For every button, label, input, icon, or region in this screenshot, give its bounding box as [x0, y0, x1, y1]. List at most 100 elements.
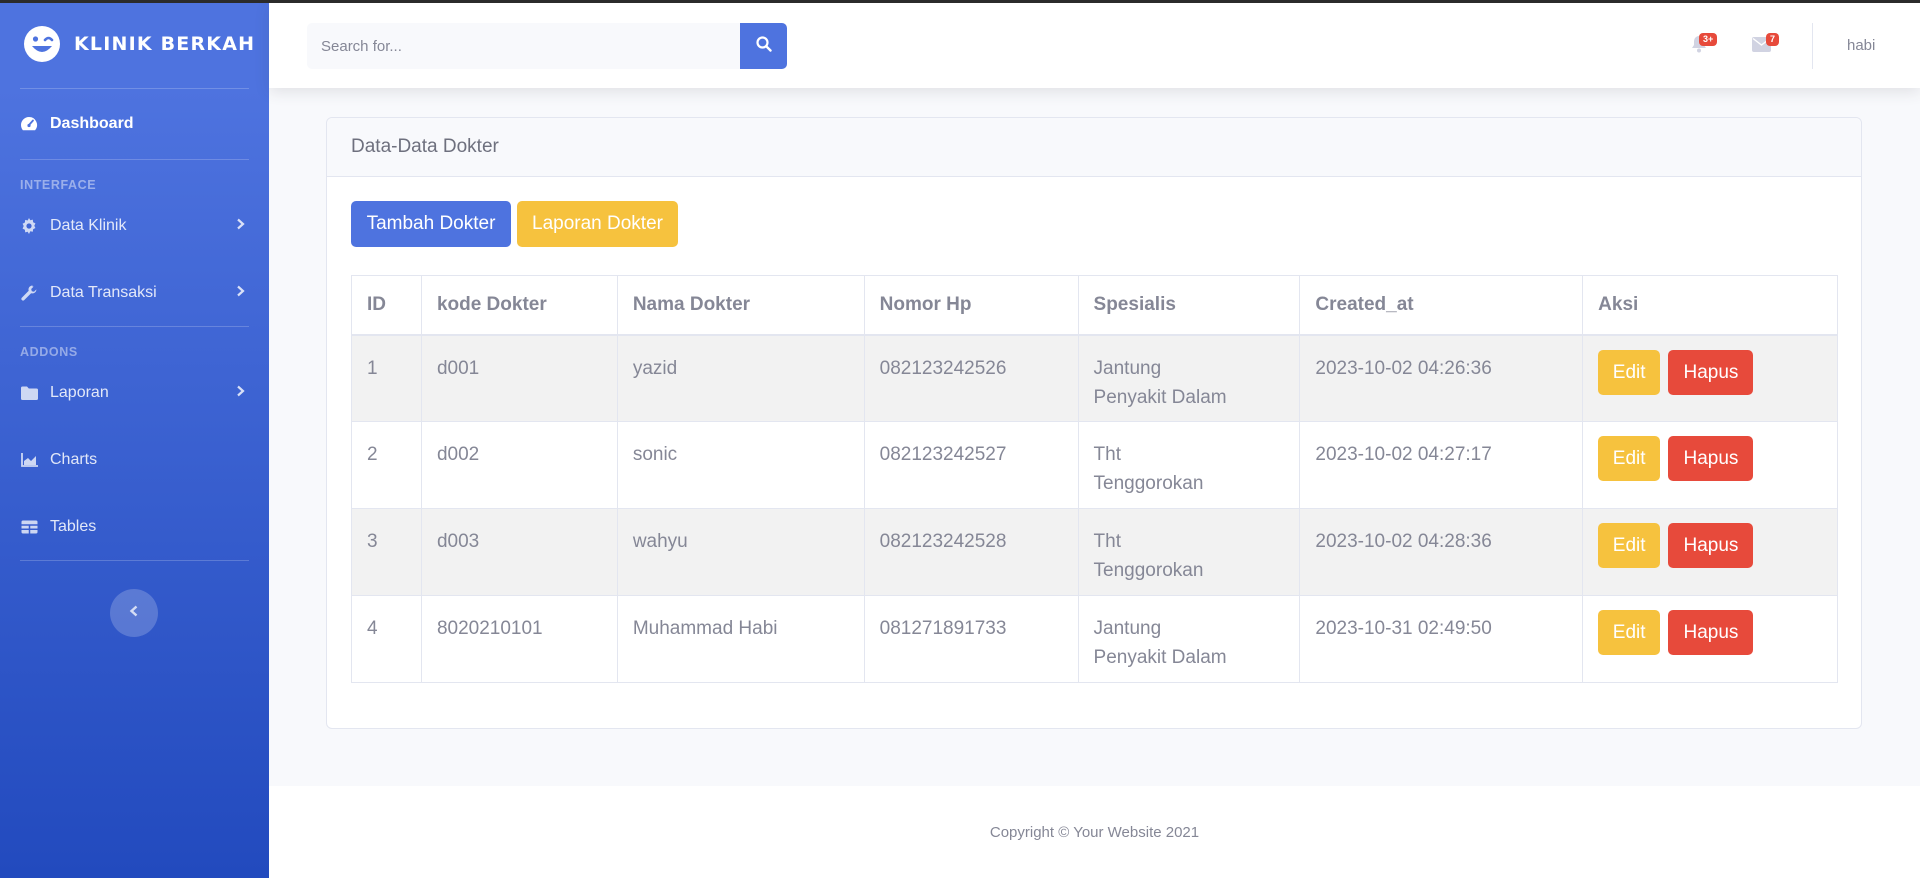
sidebar-toggle-button[interactable]: [110, 589, 158, 637]
spesialis-line: Tht: [1093, 444, 1121, 465]
column-header: Nama Dokter: [616, 275, 865, 336]
cell-created-at: 2023-10-02 04:27:17: [1299, 421, 1584, 509]
chevron-right-icon: [236, 217, 245, 235]
column-header: Nomor Hp: [863, 275, 1079, 336]
cell-actions: Edit Hapus: [1582, 595, 1838, 683]
sidebar-heading-interface: INTERFACE: [20, 178, 97, 192]
sidebar-item-label: Charts: [50, 450, 98, 468]
alerts-badge: 3+: [1699, 33, 1718, 46]
window-top-edge: [0, 0, 1920, 3]
sidebar-item-charts[interactable]: Charts: [0, 426, 269, 493]
cell-nama: Muhammad Habi: [616, 595, 865, 683]
folder-icon: [20, 384, 38, 402]
table-header-row: ID kode Dokter Nama Dokter Nomor Hp Spes…: [351, 275, 1838, 336]
cell-spesialis: Jantung Penyakit Dalam: [1077, 595, 1301, 683]
edit-button[interactable]: Edit: [1598, 436, 1661, 481]
column-header: ID: [351, 275, 422, 336]
delete-button[interactable]: Hapus: [1668, 610, 1754, 655]
spesialis-line: Jantung: [1093, 618, 1162, 639]
cell-nama: sonic: [616, 421, 865, 509]
cell-id: 3: [351, 508, 422, 596]
table-row: 2 d002 sonic 082123242527 Tht Tenggorokan…: [351, 421, 1838, 509]
chevron-right-icon: [236, 284, 245, 302]
column-header: kode Dokter: [420, 275, 618, 336]
table-row: 3 d003 wahyu 082123242528 Tht Tenggorokan…: [351, 508, 1838, 596]
chevron-left-icon: [129, 604, 139, 622]
cell-id: 2: [351, 421, 422, 509]
search-form: [307, 23, 787, 69]
spesialis-line: Tenggorokan: [1093, 560, 1204, 581]
cell-id: 1: [351, 334, 422, 422]
delete-button[interactable]: Hapus: [1668, 523, 1754, 568]
sidebar: KLINIK BERKAH Dashboard INTERFACE Data K…: [0, 0, 269, 878]
sidebar-item-label: Laporan: [50, 383, 109, 401]
delete-button[interactable]: Hapus: [1668, 436, 1754, 481]
spesialis-line: Jantung: [1093, 357, 1162, 379]
sidebar-item-tables[interactable]: Tables: [0, 493, 269, 560]
table-row: 4 8020210101 Muhammad Habi 081271891733 …: [351, 595, 1838, 683]
edit-button[interactable]: Edit: [1598, 349, 1661, 395]
search-button[interactable]: [740, 23, 787, 69]
table-row: 1 d001 yazid 082123242526 Jantung Penyaki…: [351, 334, 1838, 422]
cell-created-at: 2023-10-31 02:49:50: [1299, 595, 1584, 683]
messages-button[interactable]: 7: [1752, 33, 1780, 57]
cell-spesialis: Jantung Penyakit Dalam: [1077, 334, 1301, 422]
cell-actions: Edit Hapus: [1582, 421, 1838, 509]
sidebar-heading-addons: ADDONS: [20, 345, 78, 359]
search-icon: [755, 35, 772, 57]
sidebar-item-data-klinik[interactable]: Data Klinik: [0, 192, 269, 259]
cell-kode: d003: [420, 508, 618, 596]
cell-spesialis: Tht Tenggorokan: [1077, 508, 1301, 596]
brand-name: KLINIK BERKAH: [74, 33, 256, 55]
table-icon: [20, 518, 38, 536]
cell-created-at: 2023-10-02 04:26:36: [1299, 334, 1584, 422]
sidebar-item-label: Dashboard: [50, 115, 134, 132]
search-input[interactable]: [307, 23, 740, 69]
footer: Copyright © Your Website 2021: [269, 786, 1920, 878]
spesialis-line: Tht: [1093, 531, 1121, 552]
copyright-text: Copyright © Your Website 2021: [989, 823, 1200, 841]
sidebar-item-data-transaksi[interactable]: Data Transaksi: [0, 259, 269, 326]
chevron-right-icon: [236, 384, 245, 402]
column-header: Created_at: [1299, 275, 1584, 336]
column-header: Aksi: [1582, 275, 1838, 336]
cell-kode: 8020210101: [420, 595, 618, 683]
cog-icon: [20, 217, 38, 235]
sidebar-item-label: Data Transaksi: [50, 283, 157, 301]
doctor-data-card: Data-Data Dokter Tambah Dokter Laporan D…: [326, 117, 1862, 729]
cell-hp: 082123242528: [863, 508, 1079, 596]
spesialis-line: Penyakit Dalam: [1093, 647, 1227, 668]
messages-badge: 7: [1766, 33, 1780, 46]
cell-hp: 082123242526: [863, 334, 1079, 422]
cell-kode: d002: [420, 421, 618, 509]
doctor-report-button[interactable]: Laporan Dokter: [517, 201, 678, 247]
card-title: Data-Data Dokter: [327, 118, 1861, 177]
delete-button[interactable]: Hapus: [1668, 349, 1754, 395]
cell-nama: yazid: [616, 334, 865, 422]
alerts-button[interactable]: 3+: [1691, 33, 1718, 58]
spesialis-line: Tenggorokan: [1093, 473, 1204, 494]
sidebar-item-dashboard[interactable]: Dashboard: [0, 89, 269, 159]
sidebar-item-label: Data Klinik: [50, 216, 127, 234]
edit-button[interactable]: Edit: [1598, 523, 1661, 568]
edit-button[interactable]: Edit: [1598, 610, 1661, 655]
sidebar-item-laporan[interactable]: Laporan: [0, 359, 269, 426]
user-name[interactable]: habi: [1847, 37, 1875, 54]
topbar-divider: [1812, 23, 1813, 69]
add-doctor-button[interactable]: Tambah Dokter: [351, 201, 511, 247]
cell-actions: Edit Hapus: [1582, 508, 1838, 596]
sidebar-divider: [20, 560, 249, 561]
column-header: Spesialis: [1077, 275, 1301, 336]
cell-created-at: 2023-10-02 04:28:36: [1299, 508, 1584, 596]
cell-kode: d001: [420, 334, 618, 422]
sidebar-item-label: Tables: [50, 517, 97, 535]
wrench-icon: [20, 284, 38, 302]
sidebar-brand[interactable]: KLINIK BERKAH: [0, 0, 269, 88]
chart-area-icon: [20, 451, 38, 469]
cell-hp: 082123242527: [863, 421, 1079, 509]
laugh-wink-icon: [22, 24, 62, 64]
cell-id: 4: [351, 595, 422, 683]
cell-nama: wahyu: [616, 508, 865, 596]
cell-spesialis: Tht Tenggorokan: [1077, 421, 1301, 509]
cell-actions: Edit Hapus: [1582, 334, 1838, 422]
